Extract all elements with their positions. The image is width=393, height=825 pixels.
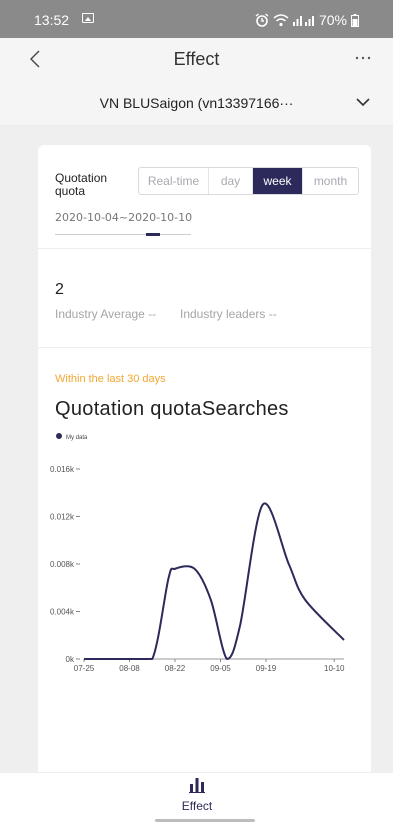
y-tick-label: 0.008k (50, 560, 75, 569)
divider (38, 347, 371, 348)
line-chart: My data 0k 0.004k 0.008k 0.012k 0.016k 07-25 08… (50, 433, 345, 673)
tab-week[interactable]: week (253, 168, 303, 194)
tab-real-time[interactable]: Real-time (139, 168, 209, 194)
divider (38, 248, 371, 249)
bar-chart-icon (189, 778, 205, 793)
industry-leaders: Industry leaders -- (180, 307, 277, 321)
x-tick-label: 09-19 (256, 664, 277, 673)
bottom-tab-bar: Effect (0, 772, 393, 825)
scroll-track (55, 234, 191, 235)
more-options-icon[interactable] (353, 51, 373, 65)
chevron-down-icon[interactable] (355, 97, 371, 107)
series-line-my-data (84, 502, 345, 660)
scroll-thumb[interactable] (146, 233, 160, 236)
quota-type-label: Quotation quota (55, 171, 108, 198)
home-indicator (155, 819, 255, 822)
legend-label: My data (66, 435, 88, 441)
industry-average: Industry Average -- (55, 307, 157, 321)
chart-title: Quotation quotaSearches (55, 398, 289, 420)
tab-effect-label: Effect (181, 799, 213, 813)
navigation-bar: Effect (0, 38, 393, 80)
date-range: 2020-10-04~2020-10-10 (55, 211, 193, 224)
account-selector[interactable]: VN BLUSaigon (vn13397166··· (0, 80, 393, 126)
y-tick-label: 0.012k (50, 513, 75, 522)
image-notification-icon (82, 13, 94, 23)
x-tick-label: 07-25 (74, 664, 95, 673)
legend-marker (56, 433, 62, 439)
tab-day[interactable]: day (209, 168, 253, 194)
alarm-icon (255, 13, 269, 27)
account-name: VN BLUSaigon (vn13397166··· (99, 95, 294, 111)
tab-month[interactable]: month (303, 168, 358, 194)
wifi-icon (273, 14, 289, 27)
x-tick-label: 08-08 (119, 664, 140, 673)
status-bar: 13:52 70% (0, 0, 393, 38)
status-indicators: 70% (255, 12, 359, 28)
back-arrow-icon[interactable] (26, 48, 46, 70)
y-tick-label: 0k (66, 655, 75, 664)
tab-effect[interactable]: Effect (176, 777, 218, 817)
x-tick-label: 09-05 (210, 664, 231, 673)
signal-icon (292, 16, 314, 26)
battery-icon (351, 13, 359, 27)
page-title: Effect (173, 49, 220, 69)
y-tick-label: 0.016k (50, 465, 75, 474)
effect-card: Quotation quota Real-time day week month… (38, 145, 371, 775)
period-note: Within the last 30 days (55, 373, 166, 385)
battery-percent: 70% (318, 12, 347, 28)
x-tick-label: 08-22 (165, 664, 186, 673)
metric-value: 2 (55, 281, 64, 298)
x-tick-label: 10-10 (324, 664, 345, 673)
status-time: 13:52 (34, 12, 70, 28)
period-tabs: Real-time day week month (138, 167, 359, 195)
y-tick-label: 0.004k (50, 608, 75, 617)
